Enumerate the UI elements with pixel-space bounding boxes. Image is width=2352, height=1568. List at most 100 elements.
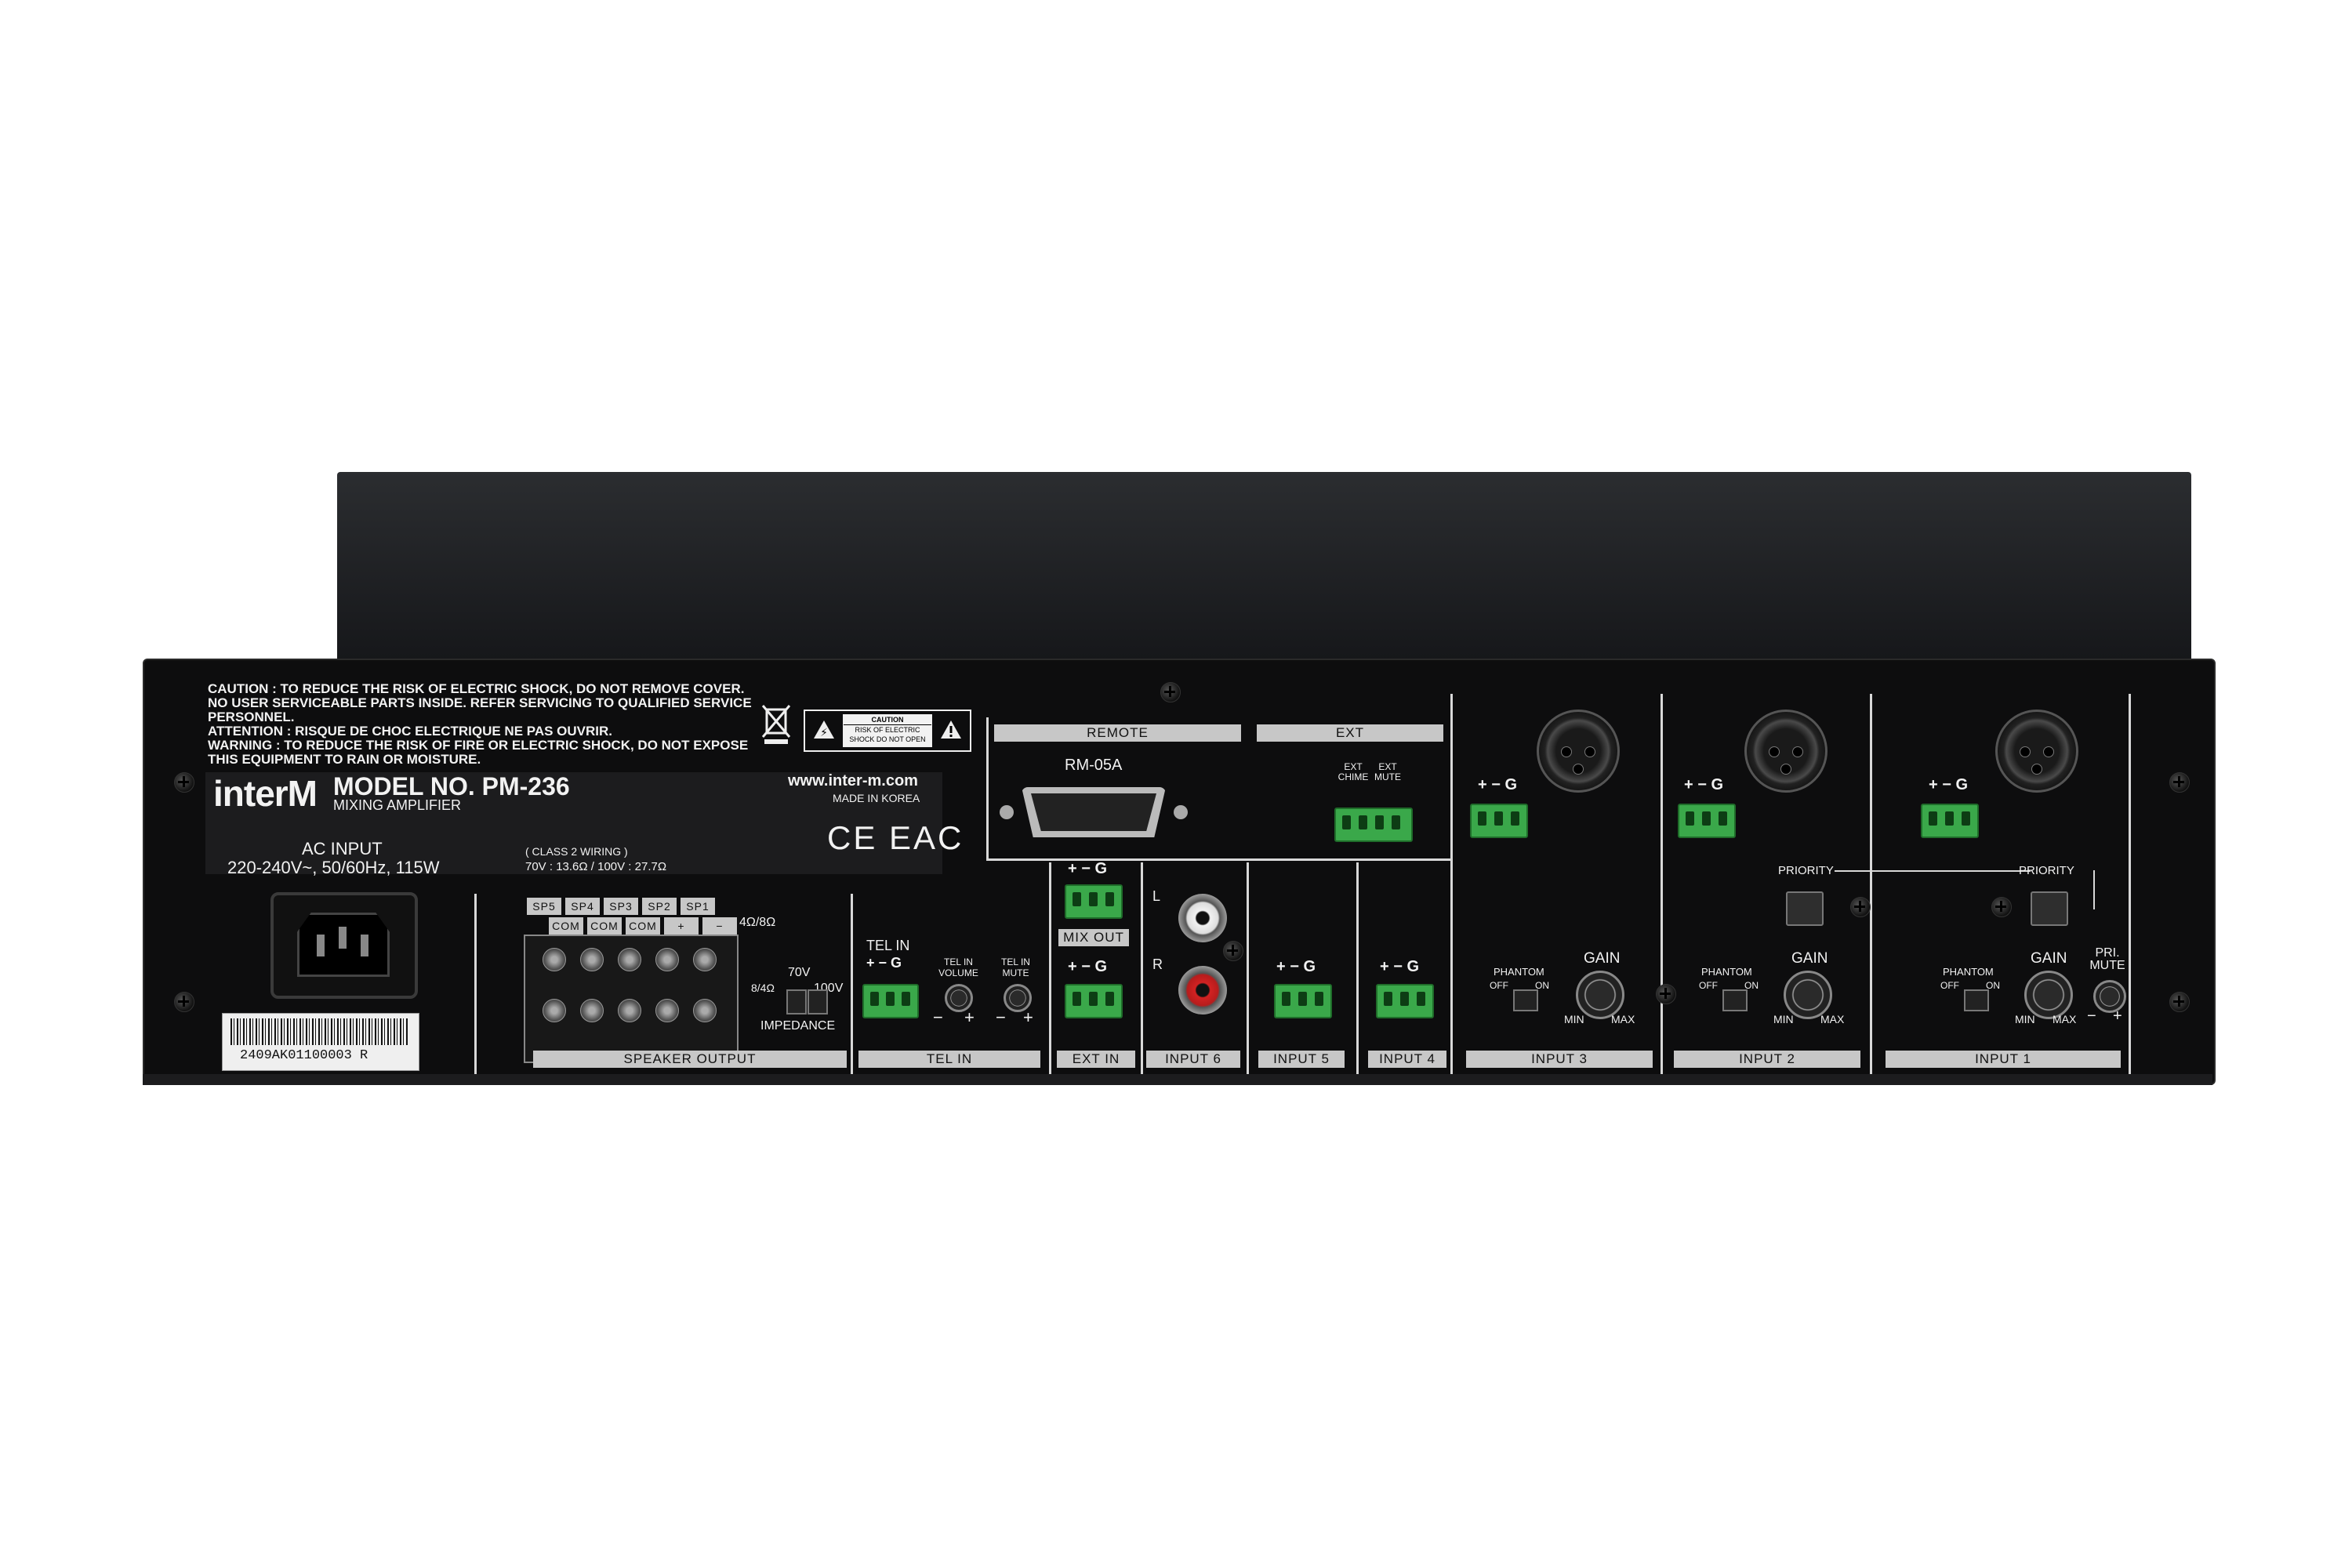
impedance-spec: 70V : 13.6Ω / 100V : 27.7Ω: [525, 860, 667, 873]
input1-gain-max: MAX: [2053, 1013, 2077, 1025]
input4-pins: + − G: [1380, 958, 1420, 975]
input6-rca-right[interactable]: [1178, 966, 1227, 1014]
terminal-screw[interactable]: [693, 948, 717, 971]
voltage-switch[interactable]: [808, 989, 828, 1014]
input3-phantom-switch[interactable]: [1513, 989, 1538, 1011]
input2-gain-knob[interactable]: [1784, 971, 1832, 1019]
chassis-bottom-edge: [143, 1074, 2212, 1085]
panel-screw: [1850, 897, 1871, 917]
svg-text:⚡: ⚡: [820, 727, 828, 739]
panel-screw: [2169, 772, 2190, 793]
input3-gain-knob[interactable]: [1576, 971, 1624, 1019]
input3-tab: INPUT 3: [1466, 1051, 1653, 1068]
tel-in-mute-minus: −: [996, 1007, 1006, 1027]
speaker-output-tab: SPEAKER OUTPUT: [533, 1051, 847, 1068]
input2-priority-label: PRIORITY: [1778, 864, 1834, 877]
db15-remote-connector[interactable]: [1000, 784, 1188, 840]
terminal-screw[interactable]: [543, 999, 566, 1022]
input1-priority-button[interactable]: [2031, 891, 2068, 926]
tel-in-mute-plus: +: [1023, 1007, 1033, 1027]
impedance-label: IMPEDANCE: [760, 1019, 836, 1033]
speaker-terminal-block[interactable]: [524, 935, 739, 1063]
input6-rca-left[interactable]: [1178, 894, 1227, 942]
70v-label: 70V: [788, 966, 811, 979]
chassis-top-cover: [337, 472, 2191, 677]
input1-phantom-off: OFF: [1940, 980, 1959, 991]
input1-gain-knob[interactable]: [2024, 971, 2073, 1019]
ohm-switch-label: 8/4Ω: [751, 982, 775, 994]
input6-right-label: R: [1152, 956, 1163, 972]
input5-pins: + − G: [1276, 958, 1316, 975]
wiring-class-label: ( CLASS 2 WIRING ): [525, 845, 628, 858]
input4-tab: INPUT 4: [1368, 1051, 1446, 1068]
ext-terminal[interactable]: [1334, 808, 1413, 842]
panel-screw: [174, 992, 194, 1012]
terminal-screw[interactable]: [580, 999, 604, 1022]
ext-mute-label: EXT MUTE: [1374, 761, 1401, 782]
input2-priority-button[interactable]: [1786, 891, 1824, 926]
panel-screw: [1160, 682, 1181, 702]
terminal-screw[interactable]: [693, 999, 717, 1022]
terminal-screw[interactable]: [655, 999, 679, 1022]
tel-in-volume-minus: −: [933, 1007, 943, 1027]
tel-in-pins: + − G: [866, 955, 902, 971]
serial-sticker: 2409AK01100003 R: [222, 1013, 419, 1071]
attention-text: ATTENTION : RISQUE DE CHOC ELECTRIQUE NE…: [208, 724, 613, 739]
input3-terminal[interactable]: [1470, 804, 1528, 838]
terminal-screw[interactable]: [543, 948, 566, 971]
terminal-screw[interactable]: [618, 999, 641, 1022]
input1-phantom-switch[interactable]: [1964, 989, 1989, 1011]
com-label: COM: [549, 917, 583, 935]
tel-in-tab: TEL IN: [858, 1051, 1040, 1068]
terminal-screw[interactable]: [655, 948, 679, 971]
section-divider: [1870, 694, 1872, 1074]
com-label: COM: [587, 917, 622, 935]
terminal-screw[interactable]: [580, 948, 604, 971]
ohm-switch[interactable]: [786, 989, 807, 1014]
caution-box-title: CAUTION: [844, 715, 931, 725]
input4-terminal[interactable]: [1376, 984, 1434, 1018]
input2-xlr-jack[interactable]: [1744, 710, 1828, 793]
sp1-label: SP1: [681, 898, 715, 915]
mix-out-terminal[interactable]: [1065, 884, 1123, 919]
ac-power-inlet[interactable]: [270, 892, 418, 999]
terminal-screw[interactable]: [618, 948, 641, 971]
input1-terminal[interactable]: [1921, 804, 1979, 838]
section-divider: [1049, 862, 1051, 1074]
brand-website: www.inter-m.com: [788, 772, 918, 789]
section-divider: [1661, 694, 1663, 1074]
input2-terminal[interactable]: [1678, 804, 1736, 838]
mix-out-tab: MIX OUT: [1058, 929, 1129, 946]
ac-input-spec: 220-240V~, 50/60Hz, 115W: [227, 858, 440, 877]
priority-link-line: [1835, 870, 2031, 872]
made-in-label: MADE IN KOREA: [833, 792, 920, 804]
input2-phantom-off: OFF: [1699, 980, 1718, 991]
input1-xlr-jack[interactable]: [1995, 710, 2078, 793]
section-divider: [986, 717, 989, 858]
caution-box-text: RISK OF ELECTRIC SHOCK DO NOT OPEN: [849, 726, 926, 743]
caution-sticker: ⚡ CAUTION RISK OF ELECTRIC SHOCK DO NOT …: [804, 710, 971, 752]
com-label: COM: [626, 917, 660, 935]
panel-screw: [2169, 992, 2190, 1012]
section-divider: [1450, 694, 1453, 1074]
input5-terminal[interactable]: [1274, 984, 1332, 1018]
panel-screw: [1991, 897, 2012, 917]
section-divider: [1356, 862, 1359, 1074]
ext-in-terminal[interactable]: [1065, 984, 1123, 1018]
sp3-label: SP3: [604, 898, 638, 915]
weee-bin-icon: [760, 702, 792, 745]
tel-in-mute-label: TEL IN MUTE: [1001, 956, 1030, 978]
sp4-label: SP4: [565, 898, 600, 915]
ac-input-title: AC INPUT: [302, 839, 383, 858]
input2-phantom-switch[interactable]: [1722, 989, 1748, 1011]
tel-in-volume-plus: +: [964, 1007, 975, 1027]
section-divider: [2129, 694, 2131, 1074]
tel-in-terminal[interactable]: [862, 984, 919, 1018]
input1-pri-mute-label: PRI. MUTE: [2089, 946, 2125, 972]
input1-pri-mute-minus: −: [2087, 1007, 2096, 1025]
priority-link-line: [2093, 870, 2095, 909]
input2-phantom-label: PHANTOM: [1701, 966, 1752, 978]
warning-text-block: CAUTION : TO REDUCE THE RISK OF ELECTRIC…: [208, 682, 757, 767]
input2-gain-min: MIN: [1773, 1013, 1794, 1025]
input3-xlr-jack[interactable]: [1537, 710, 1620, 793]
